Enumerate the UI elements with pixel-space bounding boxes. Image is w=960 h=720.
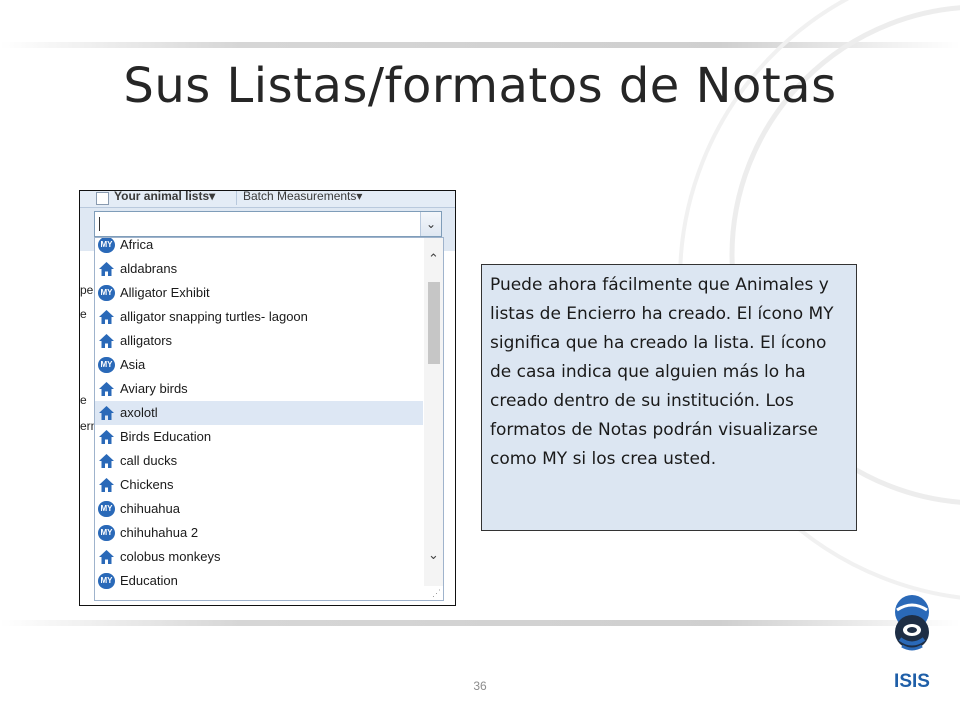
batch-measurements-menu[interactable]: Batch Measurements▾	[236, 190, 362, 205]
dropdown-list: MY Africa aldabrans MY Alligator Exhibit alli…	[94, 237, 444, 601]
house-icon	[98, 261, 115, 277]
house-icon	[98, 477, 115, 493]
list-item[interactable]: MY chihuahua	[95, 497, 423, 521]
house-icon	[98, 309, 115, 325]
list-item-label: Birds Education	[120, 429, 212, 444]
text-caret	[99, 217, 100, 231]
list-item[interactable]: aldabrans	[95, 257, 423, 281]
list-item-label: colobus monkeys	[120, 549, 221, 564]
logo-text: ISIS	[894, 671, 930, 692]
house-icon	[98, 549, 115, 565]
list-item[interactable]: MY Asia	[95, 353, 423, 377]
chevron-down-icon[interactable]: ⌄	[420, 212, 441, 236]
slide-title: Sus Listas/formatos de Notas	[123, 58, 837, 114]
list-item-label: call ducks	[120, 453, 178, 468]
page-number: 36	[473, 679, 487, 693]
list-item-label: Aviary birds	[120, 381, 188, 396]
list-item-label: chihuhahua 2	[120, 525, 199, 540]
animal-lists-menu-label: Your animal lists	[114, 190, 210, 203]
house-icon	[98, 453, 115, 469]
list-item[interactable]: MY Africa	[95, 237, 423, 257]
list-item-label: alligator snapping turtles- lagoon	[120, 309, 308, 324]
callout-note: Puede ahora fácilmente que Animales y li…	[481, 264, 857, 531]
list-item[interactable]: axolotl	[95, 401, 423, 425]
list-icon	[96, 192, 109, 205]
isis-logo: ISIS	[894, 595, 930, 692]
list-item[interactable]: Chickens	[95, 473, 423, 497]
partial-text: pe	[80, 283, 94, 297]
resize-grip-icon[interactable]: ⋰	[432, 588, 441, 599]
list-item-label: axolotl	[120, 405, 158, 420]
my-badge-icon: MY	[98, 525, 115, 541]
list-item[interactable]: colobus monkeys	[95, 545, 423, 569]
my-badge-icon: MY	[98, 501, 115, 517]
list-item[interactable]: call ducks	[95, 449, 423, 473]
batch-measurements-label: Batch Measurements	[243, 190, 357, 203]
list-item-label: Alligator Exhibit	[120, 285, 210, 300]
list-item[interactable]: MY Alligator Exhibit	[95, 281, 423, 305]
list-item-label: Education	[120, 573, 178, 588]
list-item-label: alligators	[120, 333, 173, 348]
my-badge-icon: MY	[98, 357, 115, 373]
house-icon	[98, 381, 115, 397]
house-icon	[98, 405, 115, 421]
list-item[interactable]: Aviary birds	[95, 377, 423, 401]
animal-lists-menu[interactable]: Your animal lists▾	[114, 190, 215, 205]
partial-text: e	[80, 307, 87, 321]
house-icon	[98, 333, 115, 349]
top-divider	[0, 42, 960, 48]
scrollbar-thumb[interactable]	[428, 282, 440, 364]
house-icon	[98, 429, 115, 445]
my-badge-icon: MY	[98, 285, 115, 301]
list-item[interactable]: alligators	[95, 329, 423, 353]
list-item[interactable]: MY chihuhahua 2	[95, 521, 423, 545]
list-combobox[interactable]: ⌄	[94, 211, 442, 237]
scrollbar[interactable]: ⌃ ⌄	[424, 238, 443, 586]
my-badge-icon: MY	[98, 573, 115, 589]
chevron-down-icon[interactable]: ⌄	[424, 546, 443, 564]
toolbar: Your animal lists▾ Batch Measurements▾	[80, 191, 455, 208]
app-screenshot: Your animal lists▾ Batch Measurements▾ p…	[79, 190, 456, 606]
chevron-up-icon[interactable]: ⌃	[424, 250, 443, 268]
list-item-label: Africa	[120, 237, 154, 252]
list-item-label: aldabrans	[120, 261, 178, 276]
list-item[interactable]: MY Education	[95, 569, 423, 593]
list-item-label: Asia	[120, 357, 146, 372]
partial-text: e	[80, 393, 87, 407]
list-item-label: Chickens	[120, 477, 174, 492]
list-item-label: chihuahua	[120, 501, 180, 516]
my-badge-icon: MY	[98, 238, 115, 253]
bottom-divider	[0, 620, 960, 626]
list-item[interactable]: alligator snapping turtles- lagoon	[95, 305, 423, 329]
list-item[interactable]: Birds Education	[95, 425, 423, 449]
